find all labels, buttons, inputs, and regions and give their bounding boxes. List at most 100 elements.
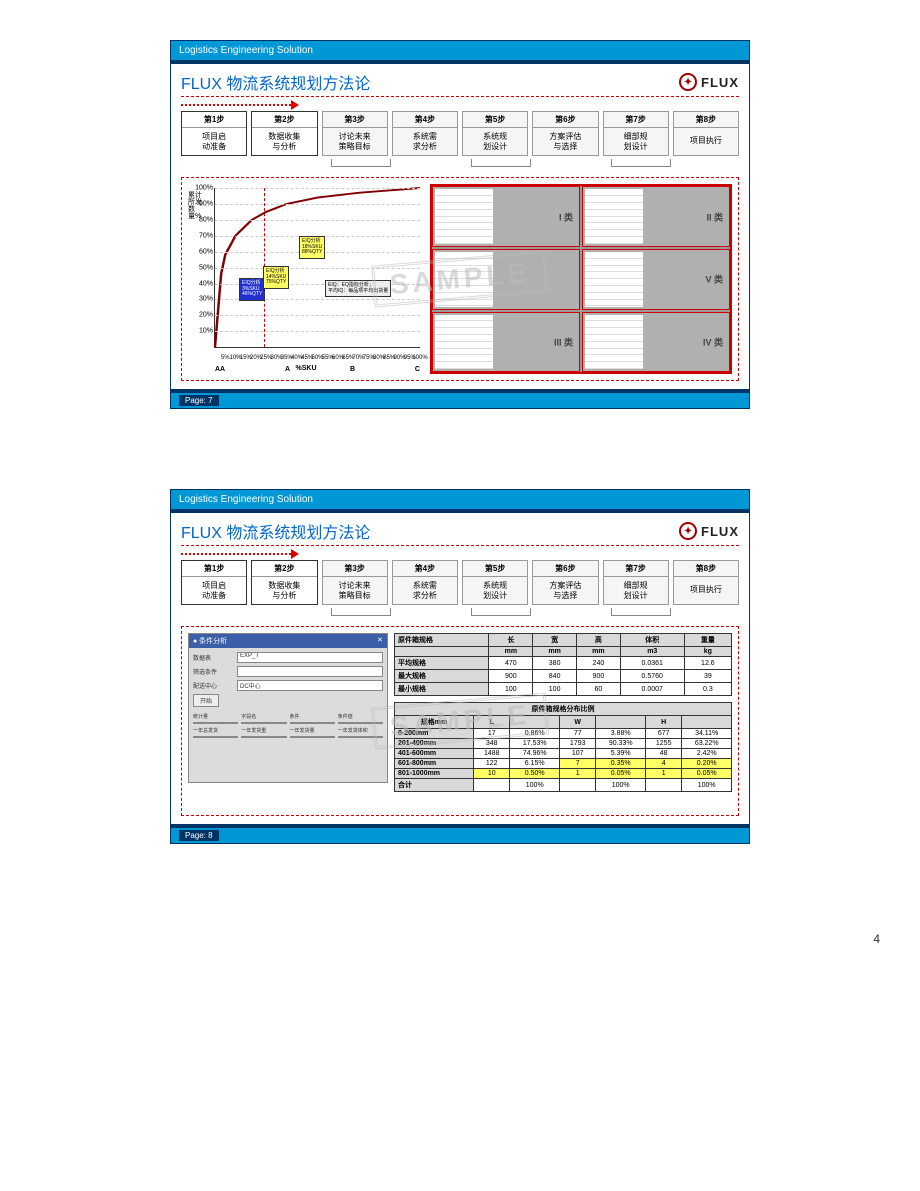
- slide-header: Logistics Engineering Solution: [171, 41, 749, 64]
- col-header: 体积: [620, 634, 684, 647]
- slide-footer: Page: 7: [171, 389, 749, 408]
- slide-title: FLUX 物流系统规划方法论: [181, 519, 370, 543]
- step-2: 第2步数据收集 与分析: [251, 560, 317, 605]
- step-7: 第7步细部规 划设计: [603, 111, 669, 156]
- brand-logo: ✦ FLUX: [679, 522, 739, 540]
- dialog-field: 配送中心DC中心: [193, 680, 383, 691]
- close-icon[interactable]: ✕: [377, 636, 383, 646]
- step-4: 第4步系统需 求分析: [392, 560, 458, 605]
- content-area: ● 条件分析 ✕ 数据表EXP_T 筛选条件配送中心DC中心开始统计量字段名条件条…: [181, 626, 739, 816]
- text-input[interactable]: [338, 722, 383, 724]
- text-input[interactable]: DC中心: [237, 680, 383, 691]
- step-3: 第3步讨论未来 策略目标: [322, 111, 388, 156]
- mosaic-cell: II 类: [582, 186, 730, 247]
- dialog-field: 筛选条件: [193, 666, 383, 677]
- dialog-grid-cell: 统计量: [193, 713, 238, 724]
- table-row: 801-1000mm100.50%10.05%10.05%: [395, 769, 732, 779]
- step-flow: 第1步项目启 动准备第2步数据收集 与分析第3步讨论未来 策略目标第4步系统需 …: [181, 111, 739, 156]
- document-page-number: 4: [0, 924, 920, 966]
- step-1: 第1步项目启 动准备: [181, 560, 247, 605]
- unit-header: kg: [684, 647, 731, 657]
- step-flow: 第1步项目启 动准备第2步数据收集 与分析第3步讨论未来 策略目标第4步系统需 …: [181, 560, 739, 605]
- mosaic-cell: I 类: [432, 186, 580, 247]
- table-row: 601-800mm1226.15%70.35%40.20%: [395, 759, 732, 769]
- text-input[interactable]: [290, 722, 335, 724]
- step-8: 第8步项目执行: [673, 560, 739, 605]
- unit-header: mm: [489, 647, 533, 657]
- text-input[interactable]: [193, 722, 238, 724]
- start-button[interactable]: 开始: [193, 694, 219, 707]
- spec-distribution-table: 原件箱规格分布比例规格mmLWH0-200mm170.86%773.88%677…: [394, 702, 732, 792]
- table-row: 最小规格100100600.00070.3: [395, 683, 732, 696]
- text-input[interactable]: [241, 722, 286, 724]
- step-2: 第2步数据收集 与分析: [251, 111, 317, 156]
- title-underline: [181, 545, 739, 546]
- col-header: [596, 716, 646, 729]
- table-row: 平均规格4703802400.036112.6: [395, 657, 732, 670]
- mosaic-cell: V 类: [582, 249, 730, 310]
- table-row: 0-200mm170.86%773.88%67734.11%: [395, 729, 732, 739]
- unit-header: mm: [577, 647, 621, 657]
- text-input[interactable]: [290, 736, 335, 738]
- slide-header: Logistics Engineering Solution: [171, 490, 749, 513]
- dialog-grid-cell: 一年发货量: [290, 727, 335, 738]
- text-input[interactable]: [338, 736, 383, 738]
- text-input[interactable]: [193, 736, 238, 738]
- step-connectors: [181, 608, 739, 622]
- col-header: [682, 716, 732, 729]
- page-indicator: Page: 7: [179, 395, 219, 406]
- page-indicator: Page: 8: [179, 830, 219, 841]
- logo-icon: ✦: [679, 522, 697, 540]
- table-row: 最大规格9008409000.576039: [395, 670, 732, 683]
- pareto-chart: 累计所发数量% 10%20%30%40%50%60%70%80%90%100%5…: [188, 184, 424, 374]
- chart-annotation: EIQ分析 14%SKU 75%QTY: [263, 266, 289, 289]
- step-6: 第6步方案评估 与选择: [532, 111, 598, 156]
- chart-annotation: EIQ：EQ指标分析； 平均IQ：每品项平均出货量: [325, 280, 391, 297]
- mosaic-cell: [432, 249, 580, 310]
- logo-text: FLUX: [701, 75, 739, 90]
- slide-title: FLUX 物流系统规划方法论: [181, 70, 370, 94]
- chart-annotation: EIQ分析 3%SKU 46%QTY: [239, 278, 265, 301]
- unit-header: mm: [533, 647, 577, 657]
- text-input[interactable]: [241, 736, 286, 738]
- step-8: 第8步项目执行: [673, 111, 739, 156]
- logo-text: FLUX: [701, 524, 739, 539]
- slide-footer: Page: 8: [171, 824, 749, 843]
- slide-8: Logistics Engineering Solution FLUX 物流系统…: [170, 489, 750, 844]
- col-header: 长: [489, 634, 533, 647]
- step-5: 第5步系统规 划设计: [462, 560, 528, 605]
- dialog-field: 数据表EXP_T: [193, 652, 383, 663]
- dialog-title: ● 条件分析: [193, 636, 227, 646]
- logo-icon: ✦: [679, 73, 697, 91]
- step-6: 第6步方案评估 与选择: [532, 560, 598, 605]
- content-area: 累计所发数量% 10%20%30%40%50%60%70%80%90%100%5…: [181, 177, 739, 381]
- col-header: H: [645, 716, 681, 729]
- step-3: 第3步讨论未来 策略目标: [322, 560, 388, 605]
- dialog-grid-cell: 字段名: [241, 713, 286, 724]
- progress-arrow: [181, 101, 739, 109]
- table-row: 401-600mm148874.96%1075.39%482.42%: [395, 749, 732, 759]
- col-header: 规格mm: [395, 716, 474, 729]
- step-7: 第7步细部规 划设计: [603, 560, 669, 605]
- step-5: 第5步系统规 划设计: [462, 111, 528, 156]
- dialog-grid-cell: 条件值: [338, 713, 383, 724]
- table-row: 合计100%100%100%: [395, 779, 732, 792]
- col-header: L: [474, 716, 510, 729]
- x-axis-label: %SKU: [295, 365, 316, 372]
- dialog-grid-cell: 条件: [290, 713, 335, 724]
- title-underline: [181, 96, 739, 97]
- table-header: 原件箱规格: [395, 634, 489, 647]
- mosaic-cell: IV 类: [582, 312, 730, 373]
- text-input[interactable]: [237, 666, 383, 677]
- step-1: 第1步项目启 动准备: [181, 111, 247, 156]
- slide-7: Logistics Engineering Solution FLUX 物流系统…: [170, 40, 750, 409]
- text-input[interactable]: EXP_T: [237, 652, 383, 663]
- spec-tables: 原件箱规格长宽高体积重量mmmmmmm3kg平均规格4703802400.036…: [394, 633, 732, 809]
- progress-arrow: [181, 550, 739, 558]
- brand-logo: ✦ FLUX: [679, 73, 739, 91]
- col-header: 高: [577, 634, 621, 647]
- col-header: 重量: [684, 634, 731, 647]
- col-header: [510, 716, 560, 729]
- dialog-grid-cell: 一年总发货: [193, 727, 238, 738]
- unit-header: m3: [620, 647, 684, 657]
